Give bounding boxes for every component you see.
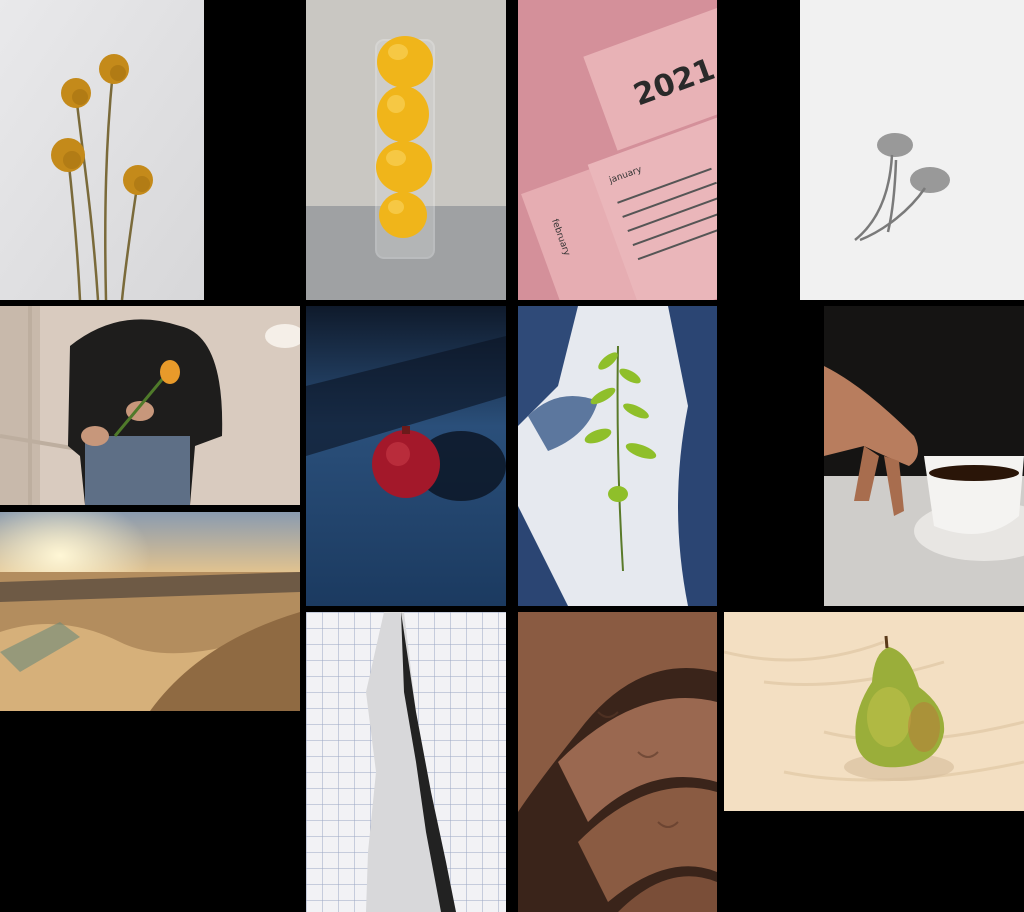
pomegranate-image bbox=[306, 306, 506, 606]
desert-photo bbox=[0, 512, 300, 711]
pomegranate-photo bbox=[306, 306, 506, 606]
calendar-photo: 2021 february january bbox=[518, 0, 717, 300]
torn-paper-photo bbox=[306, 612, 506, 912]
hands-photo bbox=[518, 612, 717, 912]
woman-rose-image bbox=[0, 306, 300, 505]
desert-image bbox=[0, 512, 300, 711]
pear-photo bbox=[724, 612, 1024, 811]
billy-buttons-image bbox=[0, 0, 204, 300]
lemons-photo bbox=[306, 0, 506, 300]
leaf-sprig-image bbox=[518, 306, 717, 606]
lemons-image bbox=[306, 0, 506, 300]
flower-shadow-image bbox=[800, 0, 1024, 300]
leaf-sprig-photo bbox=[518, 306, 717, 606]
calendar-image: 2021 february january bbox=[518, 0, 717, 300]
torn-paper-image bbox=[306, 612, 506, 912]
coffee-image bbox=[824, 306, 1024, 606]
billy-buttons-photo bbox=[0, 0, 204, 300]
flower-shadow-photo bbox=[800, 0, 1024, 300]
pear-image bbox=[724, 612, 1024, 811]
coffee-photo bbox=[824, 306, 1024, 606]
hands-image bbox=[518, 612, 717, 912]
woman-rose-photo bbox=[0, 306, 300, 505]
